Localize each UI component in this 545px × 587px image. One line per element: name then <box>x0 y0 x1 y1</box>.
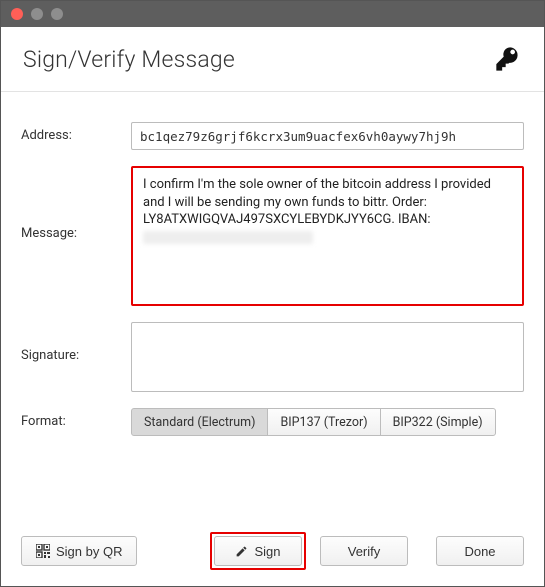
format-row: Format: Standard (Electrum) BIP137 (Trez… <box>21 408 524 436</box>
sign-button[interactable]: Sign <box>214 536 302 566</box>
minimize-window-button[interactable] <box>31 8 43 20</box>
address-input[interactable] <box>131 122 524 150</box>
sign-by-qr-label: Sign by QR <box>56 544 122 559</box>
signature-row: Signature: <box>21 322 524 392</box>
done-label: Done <box>464 544 495 559</box>
address-label: Address: <box>21 122 131 143</box>
format-segmented-control: Standard (Electrum) BIP137 (Trezor) BIP3… <box>131 408 524 436</box>
format-label: Format: <box>21 408 131 429</box>
message-label: Message: <box>21 166 131 241</box>
done-button[interactable]: Done <box>436 536 524 566</box>
sign-label: Sign <box>254 544 280 559</box>
signature-label: Signature: <box>21 322 131 363</box>
sign-button-highlight: Sign <box>210 532 306 570</box>
titlebar <box>1 1 544 27</box>
bottom-button-bar: Sign by QR Sign Verify Done <box>1 522 544 586</box>
dialog-content: Address: Message: I confirm I'm the sole… <box>1 92 544 522</box>
key-icon <box>494 45 522 73</box>
format-option-standard[interactable]: Standard (Electrum) <box>131 408 268 436</box>
zoom-window-button[interactable] <box>51 8 63 20</box>
close-window-button[interactable] <box>11 8 23 20</box>
message-textarea[interactable]: I confirm I'm the sole owner of the bitc… <box>131 166 524 306</box>
window-root: Sign/Verify Message Address: Message: I … <box>0 0 545 587</box>
pen-icon <box>235 545 248 558</box>
message-text: I confirm I'm the sole owner of the bitc… <box>143 177 491 227</box>
signature-textarea[interactable] <box>131 322 524 392</box>
sign-by-qr-button[interactable]: Sign by QR <box>21 536 137 566</box>
verify-button[interactable]: Verify <box>320 536 408 566</box>
dialog-header: Sign/Verify Message <box>1 27 544 92</box>
dialog-title: Sign/Verify Message <box>23 46 235 73</box>
format-option-bip137[interactable]: BIP137 (Trezor) <box>267 408 380 436</box>
verify-label: Verify <box>348 544 381 559</box>
address-row: Address: <box>21 122 524 150</box>
format-option-bip322[interactable]: BIP322 (Simple) <box>380 408 496 436</box>
message-row: Message: I confirm I'm the sole owner of… <box>21 166 524 306</box>
qr-icon <box>36 544 50 558</box>
redacted-iban <box>143 231 313 244</box>
